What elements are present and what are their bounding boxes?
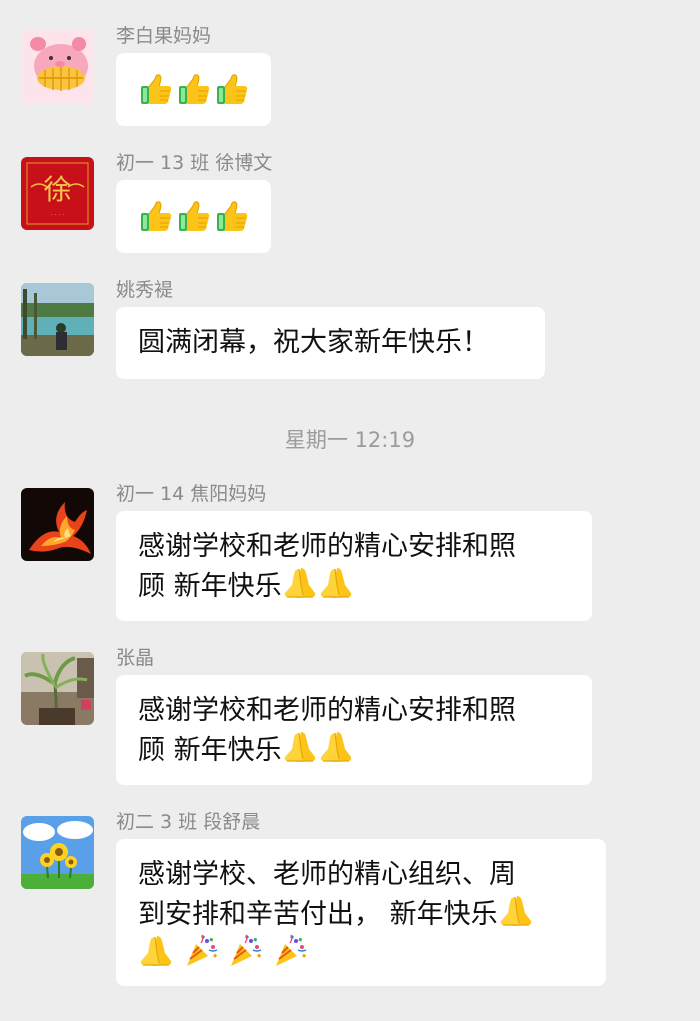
message-text: 感谢学校和老师的精心安排和照 xyxy=(138,695,516,726)
thumbs-up-icon xyxy=(176,71,212,107)
message-bubble[interactable]: 感谢学校和老师的精心安排和照 顾 新年快乐 xyxy=(116,675,592,785)
thumbs-up-icon xyxy=(138,71,174,107)
emoji-row xyxy=(138,70,250,107)
sunflower-avatar-icon xyxy=(21,816,94,889)
message-text: 圆满闭幕，祝大家新年快乐！ xyxy=(138,327,489,358)
sender-name: 李白果妈妈 xyxy=(116,25,212,47)
sender-name: 初二 3 班 段舒晨 xyxy=(116,811,261,833)
praying-hands-icon xyxy=(138,933,174,969)
emoji-row xyxy=(138,197,250,234)
praying-hands-icon xyxy=(318,565,354,601)
sender-name: 姚秀褆 xyxy=(116,279,174,301)
message-text: 感谢学校、老师的精心组织、周 xyxy=(138,859,516,890)
message-text-line: 顾 新年快乐 xyxy=(138,729,571,769)
avatar[interactable] xyxy=(21,652,94,725)
lake-landscape-avatar-icon xyxy=(21,283,94,356)
message-bubble[interactable]: 感谢学校和老师的精心安排和照 顾 新年快乐 xyxy=(116,511,592,621)
party-popper-icon xyxy=(272,933,308,969)
praying-hands-icon xyxy=(282,729,318,765)
thumbs-up-icon xyxy=(176,198,212,234)
message-bubble[interactable]: 感谢学校、老师的精心组织、周 到安排和辛苦付出， 新年快乐 xyxy=(116,839,606,986)
avatar[interactable] xyxy=(21,488,94,561)
red-calligraphy-avatar-icon: 徐 · · · · xyxy=(21,157,94,230)
timestamp: 星期一 12:19 xyxy=(284,428,416,452)
sender-name: 初一 13 班 徐博文 xyxy=(116,152,273,174)
message-text-line: 到安排和辛苦付出， 新年快乐 xyxy=(138,893,585,933)
svg-text:· · · ·: · · · · xyxy=(51,212,64,219)
avatar[interactable] xyxy=(21,30,94,103)
pig-avatar-icon xyxy=(21,30,94,103)
praying-hands-icon xyxy=(498,893,534,929)
party-popper-icon xyxy=(227,933,263,969)
message-text: 到安排和辛苦付出， 新年快乐 xyxy=(138,899,498,930)
thumbs-up-icon xyxy=(214,198,250,234)
message-bubble[interactable] xyxy=(116,180,271,253)
message-text: 顾 新年快乐 xyxy=(138,735,282,766)
praying-hands-icon xyxy=(282,565,318,601)
sender-name: 张晶 xyxy=(116,647,155,669)
message-bubble[interactable] xyxy=(116,53,271,126)
message-text: 顾 新年快乐 xyxy=(138,571,282,602)
message-emoji-line xyxy=(138,933,585,973)
avatar[interactable] xyxy=(21,283,94,356)
thumbs-up-icon xyxy=(214,71,250,107)
party-popper-icon xyxy=(183,933,219,969)
message-text: 感谢学校和老师的精心安排和照 xyxy=(138,531,516,562)
avatar[interactable] xyxy=(21,816,94,889)
message-text-line: 顾 新年快乐 xyxy=(138,565,571,605)
message-bubble[interactable]: 圆满闭幕，祝大家新年快乐！ xyxy=(116,307,545,379)
sender-name: 初一 14 焦阳妈妈 xyxy=(116,483,267,505)
avatar[interactable]: 徐 · · · · xyxy=(21,157,94,230)
thumbs-up-icon xyxy=(138,198,174,234)
phoenix-fire-avatar-icon xyxy=(21,488,94,561)
plant-room-avatar-icon xyxy=(21,652,94,725)
praying-hands-icon xyxy=(318,729,354,765)
svg-text:徐: 徐 xyxy=(43,173,71,206)
